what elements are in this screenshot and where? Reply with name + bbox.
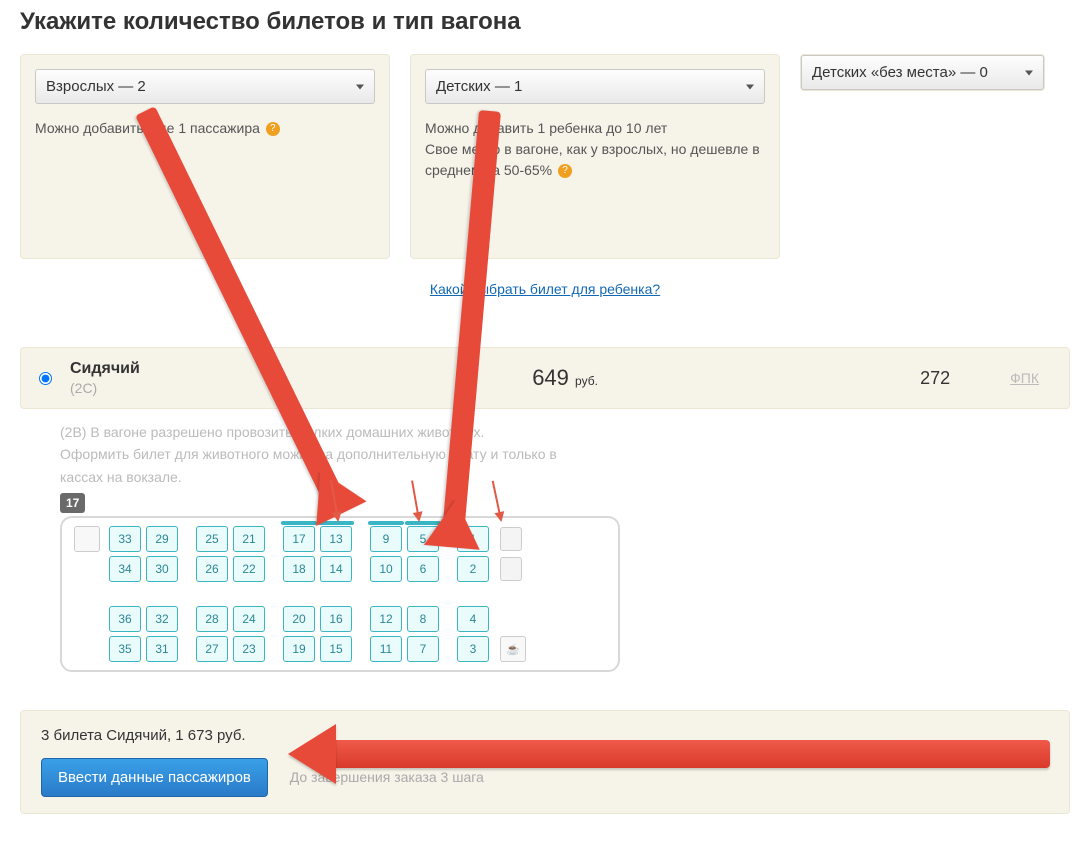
seat[interactable]: 24 (233, 606, 265, 632)
seat[interactable]: 9 (370, 526, 402, 552)
car-scheme: 33 29 25 21 17 13 9 5 1 34 30 26 (60, 516, 620, 672)
seat[interactable]: 11 (370, 636, 402, 662)
seat[interactable]: 7 (407, 636, 439, 662)
car-number-badge: 17 (60, 493, 85, 513)
seat[interactable]: 23 (233, 636, 265, 662)
seat[interactable]: 17 (283, 526, 315, 552)
children-panel: Детских — 1 Можно добавить 1 ребенка до … (410, 54, 780, 259)
luggage-icon (500, 527, 522, 551)
car-type-radio[interactable] (39, 372, 52, 385)
babies-select[interactable]: Детских «без места» — 0 (801, 55, 1044, 90)
seat[interactable]: 18 (283, 556, 315, 582)
seat[interactable]: 8 (407, 606, 439, 632)
seat-row-2: 34 30 26 22 18 14 10 6 2 (74, 556, 606, 582)
seat[interactable]: 25 (196, 526, 228, 552)
toilet-icon (74, 526, 100, 552)
babies-panel: Детских «без места» — 0 (800, 54, 1045, 91)
help-icon[interactable]: ? (558, 164, 572, 178)
seat[interactable]: 34 (109, 556, 141, 582)
car-carrier: ФПК (1010, 370, 1039, 386)
car-type-row[interactable]: Сидячий (2С) 649 руб. 272 ФПК (20, 347, 1070, 409)
seat[interactable]: 2 (457, 556, 489, 582)
seat[interactable]: 32 (146, 606, 178, 632)
seat[interactable]: 4 (457, 606, 489, 632)
seat[interactable]: 22 (233, 556, 265, 582)
luggage-icon (500, 557, 522, 581)
seat[interactable]: 10 (370, 556, 402, 582)
children-select-label: Детских — 1 (436, 78, 522, 95)
car-type-code: (2С) (70, 380, 270, 396)
adults-hint: Можно добавить еще 1 пассажира ? (35, 118, 375, 139)
child-ticket-link-row: Какой выбрать билет для ребенка? (20, 281, 1070, 297)
seat[interactable]: 33 (109, 526, 141, 552)
seat[interactable]: 20 (283, 606, 315, 632)
seat[interactable]: 35 (109, 636, 141, 662)
seat-row-1: 33 29 25 21 17 13 9 5 1 (74, 526, 606, 552)
seat[interactable]: 6 (407, 556, 439, 582)
seat[interactable]: 36 (109, 606, 141, 632)
seat[interactable]: 19 (283, 636, 315, 662)
car-price: 649 руб. (270, 365, 860, 391)
seat[interactable]: 16 (320, 606, 352, 632)
seat-row-4: 35 31 27 23 19 15 11 7 3 ☕ (74, 636, 606, 662)
seat-row-3: 36 32 28 24 20 16 12 8 4 (74, 606, 606, 632)
children-select[interactable]: Детских — 1 (425, 69, 765, 104)
seat[interactable]: 14 (320, 556, 352, 582)
seat[interactable]: 28 (196, 606, 228, 632)
cup-icon: ☕ (500, 636, 526, 662)
adults-select[interactable]: Взрослых — 2 (35, 69, 375, 104)
annotation-arrow (330, 740, 1050, 768)
seat[interactable]: 13 (320, 526, 352, 552)
seat[interactable]: 26 (196, 556, 228, 582)
seat[interactable]: 15 (320, 636, 352, 662)
adults-select-label: Взрослых — 2 (46, 78, 146, 95)
seat[interactable]: 3 (457, 636, 489, 662)
seat[interactable]: 27 (196, 636, 228, 662)
seat[interactable]: 31 (146, 636, 178, 662)
seat[interactable]: 21 (233, 526, 265, 552)
help-icon[interactable]: ? (266, 122, 280, 136)
page-title: Укажите количество билетов и тип вагона (20, 8, 1070, 36)
seat[interactable]: 30 (146, 556, 178, 582)
car-type-name: Сидячий (70, 360, 270, 378)
enter-passenger-data-button[interactable]: Ввести данные пассажиров (41, 758, 268, 797)
seat[interactable]: 29 (146, 526, 178, 552)
car-availability: 272 (860, 368, 1010, 389)
seat[interactable]: 12 (370, 606, 402, 632)
babies-select-label: Детских «без места» — 0 (812, 64, 988, 81)
